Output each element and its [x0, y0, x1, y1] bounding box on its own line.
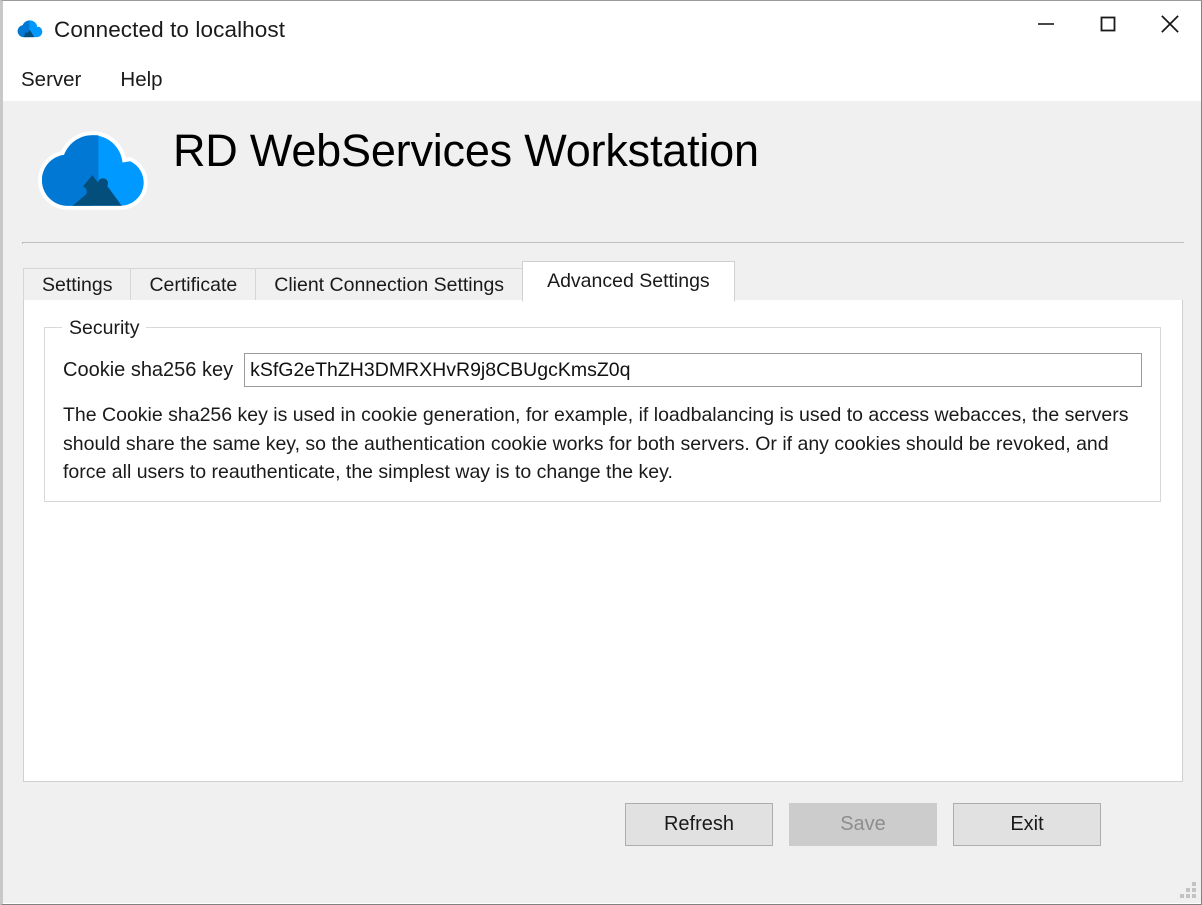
exit-button[interactable]: Exit	[953, 803, 1101, 846]
refresh-button[interactable]: Refresh	[625, 803, 773, 846]
security-group-box: Security Cookie sha256 key The Cookie sh…	[44, 318, 1161, 502]
cookie-key-label: Cookie sha256 key	[63, 359, 233, 382]
save-button: Save	[789, 803, 937, 846]
cookie-sha256-key-input[interactable]	[244, 353, 1142, 387]
cookie-key-row: Cookie sha256 key	[63, 353, 1142, 387]
tab-settings[interactable]: Settings	[23, 268, 131, 301]
security-group-body: Cookie sha256 key The Cookie sha256 key …	[44, 327, 1161, 502]
client-area: RD WebServices Workstation Settings Cert…	[3, 101, 1201, 903]
cloud-icon	[17, 19, 43, 40]
tab-client-connection-settings[interactable]: Client Connection Settings	[255, 268, 523, 301]
header-banner: RD WebServices Workstation	[3, 101, 1201, 243]
advanced-settings-panel: Security Cookie sha256 key The Cookie sh…	[23, 300, 1183, 782]
title-bar: Connected to localhost	[3, 1, 1201, 58]
header-divider	[22, 242, 1184, 244]
menu-item-help[interactable]: Help	[117, 65, 176, 95]
resize-grip[interactable]	[1180, 882, 1196, 898]
window-controls	[1015, 1, 1201, 58]
application-window: Connected to localhost Server Help	[0, 0, 1202, 905]
button-bar: Refresh Save Exit	[3, 793, 1201, 855]
page-title: RD WebServices Workstation	[173, 125, 759, 177]
close-icon[interactable]	[1139, 1, 1201, 47]
menu-item-server[interactable]: Server	[18, 65, 95, 95]
tab-certificate[interactable]: Certificate	[130, 268, 256, 301]
cookie-key-description: The Cookie sha256 key is used in cookie …	[63, 401, 1142, 487]
tab-strip: Settings Certificate Client Connection S…	[23, 264, 1183, 301]
minimize-icon[interactable]	[1015, 1, 1077, 47]
title-bar-left: Connected to localhost	[3, 17, 1015, 43]
maximize-icon[interactable]	[1077, 1, 1139, 47]
window-title: Connected to localhost	[54, 17, 285, 43]
rd-webservices-cloud-logo-icon	[36, 131, 148, 219]
menu-bar: Server Help	[3, 58, 1201, 101]
tab-advanced-settings[interactable]: Advanced Settings	[522, 261, 735, 302]
